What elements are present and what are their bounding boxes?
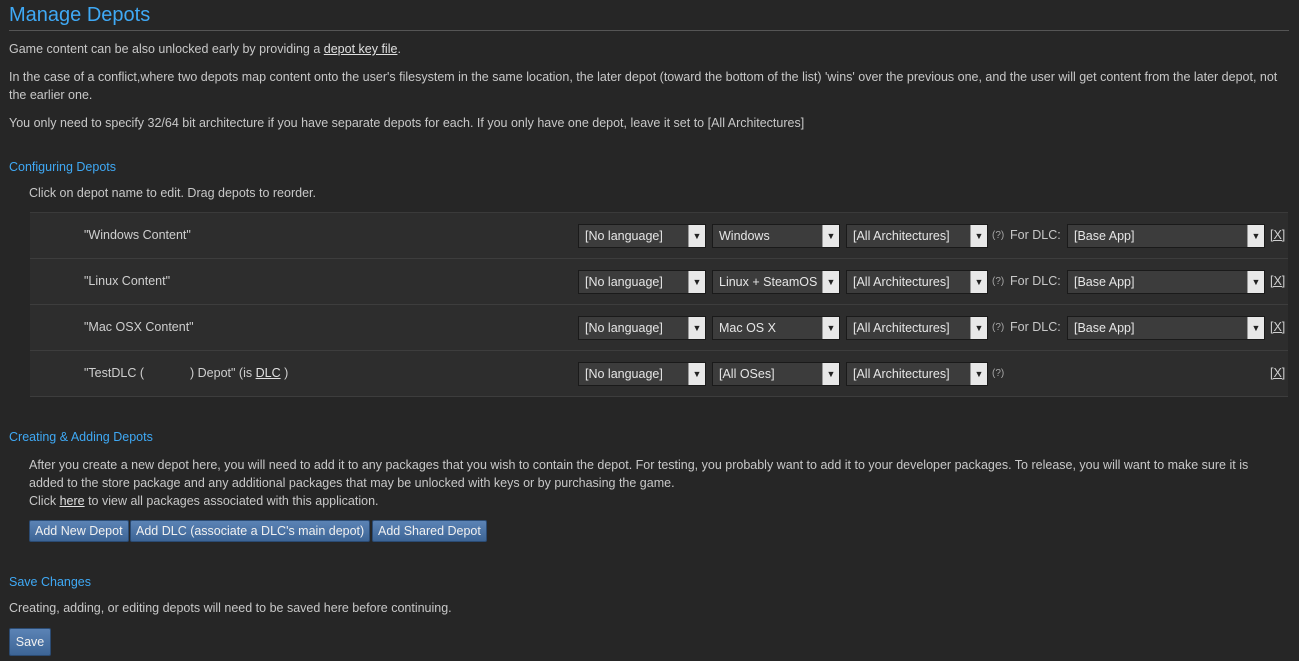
help-icon[interactable]: (?) — [992, 322, 1004, 333]
language-value: [No language] — [585, 275, 663, 289]
architecture-select[interactable]: [All Architectures] ▼ — [846, 270, 988, 294]
chevron-down-icon: ▼ — [822, 225, 839, 247]
chevron-down-icon: ▼ — [1247, 317, 1264, 339]
for-dlc-label: For DLC: — [1010, 320, 1061, 334]
depot-name[interactable]: "Windows Content" — [84, 228, 191, 242]
for-dlc-label: For DLC: — [1010, 274, 1061, 288]
language-select[interactable]: [No language] ▼ — [578, 362, 706, 386]
architecture-value: [All Architectures] — [853, 367, 950, 381]
chevron-down-icon: ▼ — [688, 363, 705, 385]
depot-name[interactable]: "Mac OSX Content" — [84, 320, 194, 334]
add-dlc-button[interactable]: Add DLC (associate a DLC's main depot) — [130, 520, 371, 542]
configuring-instructions: Click on depot name to edit. Drag depots… — [29, 186, 316, 200]
dlc-select[interactable]: [Base App] ▼ — [1067, 224, 1265, 248]
os-value: Linux + SteamOS — [719, 275, 818, 289]
chevron-down-icon: ▼ — [970, 271, 987, 293]
os-select[interactable]: [All OSes] ▼ — [712, 362, 840, 386]
chevron-down-icon: ▼ — [1247, 271, 1264, 293]
remove-depot-button[interactable]: [X] — [1270, 228, 1285, 242]
depot-row[interactable]: "Mac OSX Content" [No language] ▼ Mac OS … — [30, 305, 1288, 351]
chevron-down-icon: ▼ — [970, 363, 987, 385]
add-shared-depot-button[interactable]: Add Shared Depot — [372, 520, 487, 542]
language-select[interactable]: [No language] ▼ — [578, 316, 706, 340]
packages-link[interactable]: here — [60, 494, 85, 508]
chevron-down-icon: ▼ — [970, 317, 987, 339]
os-value: [All OSes] — [719, 367, 775, 381]
dlc-value: [Base App] — [1074, 229, 1135, 243]
chevron-down-icon: ▼ — [822, 271, 839, 293]
intro-architecture-text: You only need to specify 32/64 bit archi… — [9, 116, 805, 130]
architecture-select[interactable]: [All Architectures] ▼ — [846, 224, 988, 248]
chevron-down-icon: ▼ — [822, 317, 839, 339]
architecture-select[interactable]: [All Architectures] ▼ — [846, 316, 988, 340]
configuring-depots-heading: Configuring Depots — [9, 160, 117, 174]
depot-name[interactable]: "TestDLC ( ) Depot" (is DLC ) — [84, 366, 288, 380]
language-select[interactable]: [No language] ▼ — [578, 224, 706, 248]
dlc-value: [Base App] — [1074, 275, 1135, 289]
chevron-down-icon: ▼ — [688, 225, 705, 247]
chevron-down-icon: ▼ — [822, 363, 839, 385]
depot-key-file-link[interactable]: depot key file — [324, 42, 398, 56]
chevron-down-icon: ▼ — [688, 317, 705, 339]
dlc-select[interactable]: [Base App] ▼ — [1067, 316, 1265, 340]
os-select[interactable]: Linux + SteamOS ▼ — [712, 270, 840, 294]
help-icon[interactable]: (?) — [992, 230, 1004, 241]
os-value: Mac OS X — [719, 321, 776, 335]
help-icon[interactable]: (?) — [992, 276, 1004, 287]
for-dlc-label: For DLC: — [1010, 228, 1061, 242]
intro-text: Game content can be also unlocked early … — [9, 42, 324, 56]
help-icon[interactable]: (?) — [992, 368, 1004, 379]
language-value: [No language] — [585, 321, 663, 335]
remove-depot-button[interactable]: [X] — [1270, 366, 1285, 380]
save-changes-text: Creating, adding, or editing depots will… — [9, 601, 452, 615]
chevron-down-icon: ▼ — [688, 271, 705, 293]
click-suffix: to view all packages associated with thi… — [84, 494, 379, 508]
depot-name-mid: ) Depot" (is — [190, 366, 256, 380]
language-value: [No language] — [585, 229, 663, 243]
depot-name[interactable]: "Linux Content" — [84, 274, 170, 288]
remove-depot-button[interactable]: [X] — [1270, 320, 1285, 334]
os-value: Windows — [719, 229, 770, 243]
click-prefix: Click — [29, 494, 60, 508]
dlc-value: [Base App] — [1074, 321, 1135, 335]
depot-name-prefix: "TestDLC ( — [84, 366, 145, 380]
os-select[interactable]: Windows ▼ — [712, 224, 840, 248]
intro-period: . — [397, 42, 401, 56]
chevron-down-icon: ▼ — [1247, 225, 1264, 247]
architecture-value: [All Architectures] — [853, 275, 950, 289]
language-value: [No language] — [585, 367, 663, 381]
depot-row[interactable]: "TestDLC ( ) Depot" (is DLC ) [No languag… — [30, 351, 1288, 397]
creating-depots-heading: Creating & Adding Depots — [9, 430, 153, 444]
depot-name-suffix: ) — [280, 366, 289, 380]
os-select[interactable]: Mac OS X ▼ — [712, 316, 840, 340]
depot-row[interactable]: "Windows Content" [No language] ▼ Windows… — [30, 213, 1288, 259]
architecture-value: [All Architectures] — [853, 321, 950, 335]
add-new-depot-button[interactable]: Add New Depot — [29, 520, 129, 542]
architecture-value: [All Architectures] — [853, 229, 950, 243]
dlc-select[interactable]: [Base App] ▼ — [1067, 270, 1265, 294]
architecture-select[interactable]: [All Architectures] ▼ — [846, 362, 988, 386]
intro-depot-key: Game content can be also unlocked early … — [9, 40, 1279, 58]
creating-text: After you create a new depot here, you w… — [29, 458, 1249, 490]
page-title: Manage Depots — [9, 4, 1289, 31]
chevron-down-icon: ▼ — [970, 225, 987, 247]
depot-row[interactable]: "Linux Content" [No language] ▼ Linux + S… — [30, 259, 1288, 305]
dlc-link[interactable]: DLC — [256, 366, 281, 380]
depot-list: "Windows Content" [No language] ▼ Windows… — [30, 212, 1288, 397]
intro-conflict-text: In the case of a conflict,where two depo… — [9, 70, 1278, 102]
save-changes-heading: Save Changes — [9, 575, 92, 589]
remove-depot-button[interactable]: [X] — [1270, 274, 1285, 288]
language-select[interactable]: [No language] ▼ — [578, 270, 706, 294]
packages-text: Click here to view all packages associat… — [29, 492, 1279, 510]
save-button[interactable]: Save — [9, 628, 51, 656]
